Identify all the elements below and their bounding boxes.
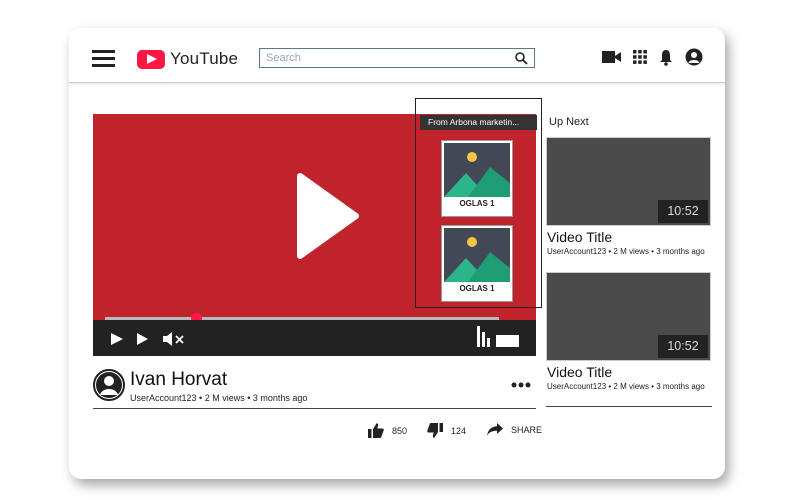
up-next-heading: Up Next: [549, 116, 589, 128]
share-icon: [487, 423, 503, 436]
play-icon[interactable]: [111, 333, 123, 345]
player-controls: [93, 320, 536, 356]
recommended-video[interactable]: 10:52 Video Title UserAccount123 • 2 M v…: [546, 272, 712, 402]
share-button[interactable]: SHARE: [487, 423, 542, 436]
dislike-button[interactable]: 124: [427, 423, 466, 438]
image-placeholder-icon: [444, 143, 510, 197]
thumbs-up-icon: [368, 423, 384, 438]
divider: [546, 406, 712, 407]
logo-text: YouTube: [170, 49, 239, 68]
like-button[interactable]: 850: [368, 423, 407, 438]
ad-overlay: From Arbona marketin... OGLAS 1 OGLAS 1: [415, 98, 542, 308]
ad-card[interactable]: OGLAS 1: [441, 140, 513, 217]
top-bar: YouTube: [69, 28, 725, 83]
account-icon[interactable]: [685, 48, 703, 66]
youtube-logo[interactable]: YouTube: [137, 48, 238, 70]
apps-grid-icon[interactable]: [633, 50, 647, 64]
channel-name[interactable]: Ivan Horvat: [130, 369, 227, 391]
video-meta: UserAccount123 • 2 M views • 3 months ag…: [547, 382, 705, 391]
youtube-window: YouTube Search From Arbona marketin... O…: [69, 28, 725, 479]
ad-caption: OGLAS 1: [459, 284, 495, 293]
search-icon[interactable]: [515, 52, 528, 65]
ad-caption: OGLAS 1: [459, 199, 495, 208]
image-placeholder-icon: [444, 228, 510, 282]
dislike-count: 124: [451, 425, 467, 436]
youtube-play-logo-icon: [137, 49, 165, 69]
play-button-icon[interactable]: [296, 172, 360, 260]
more-options-icon[interactable]: [511, 382, 531, 388]
quality-bars-icon[interactable]: [477, 326, 491, 347]
video-thumbnail[interactable]: 10:52: [546, 137, 711, 226]
top-icons: [602, 48, 703, 66]
video-thumbnail[interactable]: 10:52: [546, 272, 711, 361]
video-camera-icon[interactable]: [602, 51, 621, 63]
ad-card[interactable]: OGLAS 1: [441, 225, 513, 302]
thumbs-down-icon: [427, 423, 443, 438]
video-title[interactable]: Video Title: [547, 229, 612, 245]
fullscreen-icon[interactable]: [496, 335, 519, 347]
ad-label[interactable]: From Arbona marketin...: [420, 115, 537, 130]
video-meta: UserAccount123 • 2 M views • 3 months ag…: [547, 247, 705, 256]
channel-avatar-icon[interactable]: [93, 369, 125, 401]
divider: [93, 408, 536, 409]
search-bar: [259, 48, 535, 68]
menu-icon[interactable]: [92, 50, 115, 67]
next-icon[interactable]: [137, 333, 149, 345]
mute-icon[interactable]: [163, 332, 185, 346]
recommended-video[interactable]: 10:52 Video Title UserAccount123 • 2 M v…: [546, 137, 712, 267]
bell-icon[interactable]: [659, 49, 673, 66]
video-duration: 10:52: [658, 200, 708, 223]
share-label: SHARE: [511, 424, 543, 435]
like-count: 850: [392, 425, 408, 436]
video-duration: 10:52: [658, 335, 708, 358]
video-title[interactable]: Video Title: [547, 364, 612, 380]
video-meta: UserAccount123 • 2 M views • 3 months ag…: [130, 393, 308, 403]
search-input[interactable]: [260, 52, 512, 64]
